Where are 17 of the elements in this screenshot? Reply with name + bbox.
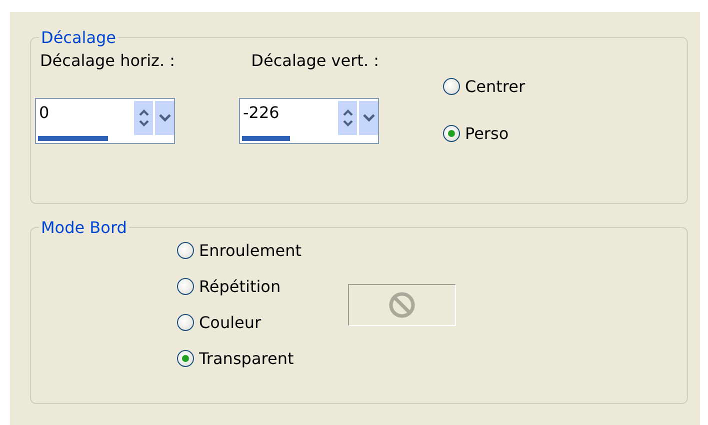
radio-button[interactable]: Transparent [177,349,302,368]
number-field[interactable]: -226 [240,99,336,126]
spin-arrows-icon[interactable] [134,101,153,135]
group-title: Décalage [40,28,118,47]
field-label: Décalage vert. : [251,51,379,70]
field-label: Décalage horiz. : [40,51,175,70]
prohibited-icon [386,290,417,320]
radio-button[interactable]: Centrer [443,77,526,96]
number-field[interactable]: 0 [36,99,132,126]
spin-arrows-icon[interactable] [338,101,357,135]
spin-control[interactable]: -226 [239,98,379,144]
group-title: Mode Bord [40,218,128,237]
radio-button[interactable]: Enroulement [177,241,302,260]
spin-control[interactable]: 0 [35,98,175,144]
radio-button[interactable]: Perso [443,124,526,143]
radio-button[interactable]: Répétition [177,277,302,296]
radio-button[interactable]: Couleur [177,313,302,332]
